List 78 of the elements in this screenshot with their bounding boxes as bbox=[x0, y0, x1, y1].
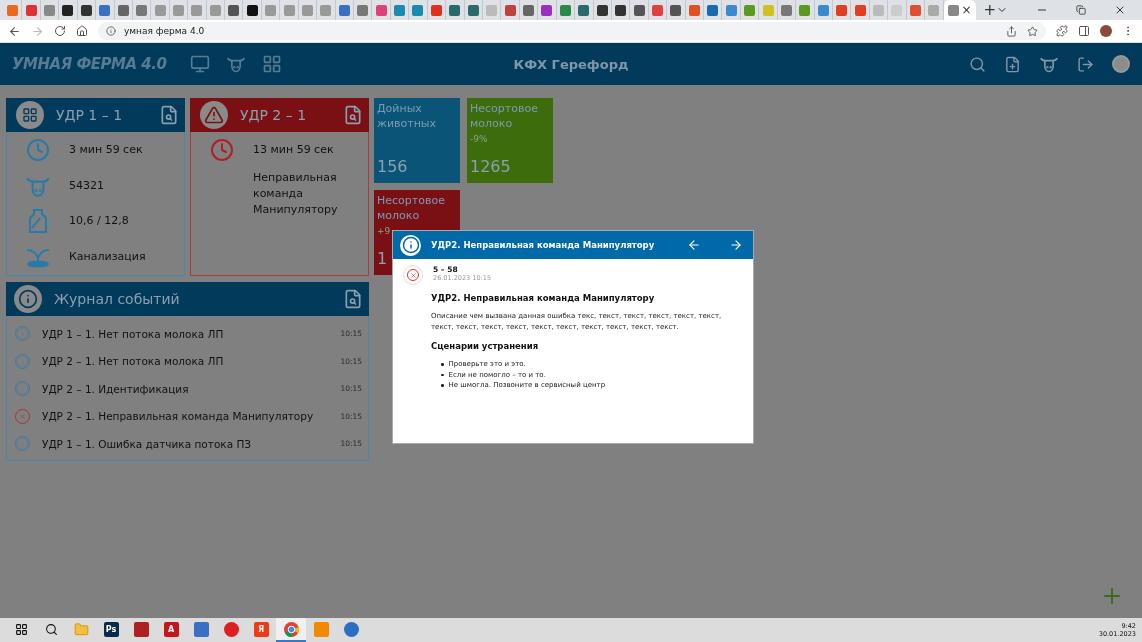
side-panel-icon[interactable] bbox=[1078, 25, 1090, 37]
search-document-icon[interactable] bbox=[343, 105, 363, 125]
unit-value: 54321 bbox=[69, 177, 105, 194]
tab-favicon-icon[interactable] bbox=[615, 4, 627, 16]
windows-start-icon[interactable] bbox=[14, 622, 28, 636]
info-icon[interactable] bbox=[106, 26, 116, 36]
app-icon[interactable]: Ps bbox=[103, 621, 119, 637]
clock-icon bbox=[210, 138, 234, 162]
unit-value: 10,6 / 12,8 bbox=[69, 213, 130, 230]
tab-favicon-icon[interactable] bbox=[596, 4, 608, 16]
tile-delta: +9 bbox=[377, 226, 392, 236]
event-text[interactable]: УДР 2 – 1. Нет потока молока ЛП bbox=[42, 355, 329, 368]
logout-icon[interactable] bbox=[1077, 55, 1094, 73]
browser-tab[interactable]: × bbox=[943, 0, 976, 20]
unit-title: УДР 1 – 1 bbox=[56, 106, 124, 123]
event-text[interactable]: УДР 2 – 1. Неправильная команда Манипулятору bbox=[42, 410, 329, 423]
event-text[interactable]: УДР 1 – 1. Ошибка датчика потока ПЗ bbox=[42, 437, 329, 450]
can-icon bbox=[28, 208, 48, 235]
share-icon[interactable] bbox=[1006, 25, 1017, 37]
tile-label: Несортовое молоко bbox=[470, 101, 539, 131]
tile-label: Дойных животных bbox=[377, 101, 438, 131]
tile-delta: -9% bbox=[470, 134, 489, 144]
info-icon bbox=[400, 234, 421, 256]
farm-title: КФХ Герефорд bbox=[513, 56, 629, 72]
info-icon bbox=[14, 285, 42, 313]
warning-icon bbox=[200, 101, 228, 129]
app-icon[interactable] bbox=[193, 621, 209, 637]
address-field[interactable]: умная ферма 4.0 bbox=[98, 22, 1046, 40]
tile-label: Несортовое молоко bbox=[377, 193, 446, 223]
tab-favicon-icon[interactable] bbox=[62, 4, 74, 16]
unit-value: Неправильная команда Манипулятору bbox=[253, 170, 339, 218]
unit-title: УДР 2 – 1 bbox=[240, 107, 308, 123]
monitor-icon[interactable] bbox=[190, 54, 210, 74]
search-icon[interactable] bbox=[44, 622, 58, 636]
app-icon[interactable]: Я bbox=[253, 621, 269, 637]
back-icon[interactable] bbox=[8, 24, 21, 38]
close-tab-button[interactable]: × bbox=[961, 4, 972, 16]
home-icon[interactable] bbox=[76, 25, 88, 37]
layout-icon[interactable] bbox=[262, 54, 282, 74]
previous-icon[interactable] bbox=[687, 238, 701, 252]
tab-favicon-icon bbox=[947, 4, 959, 16]
forward-icon[interactable] bbox=[31, 24, 44, 38]
bullet-icon bbox=[441, 373, 444, 376]
profile-avatar[interactable] bbox=[1100, 25, 1112, 37]
reload-icon[interactable] bbox=[54, 25, 66, 37]
steps-heading: Сценарии устранения bbox=[431, 341, 540, 351]
app-icon[interactable]: A bbox=[163, 621, 179, 637]
tile-value: 1265 bbox=[470, 157, 512, 176]
journal-title: Журнал событий bbox=[54, 291, 181, 307]
event-text[interactable]: УДР 1 – 1. Нет потока молока ЛП bbox=[42, 327, 329, 340]
search-document-icon[interactable] bbox=[159, 104, 179, 125]
add-file-icon[interactable] bbox=[1004, 55, 1021, 73]
tab-favicon-icon[interactable] bbox=[80, 4, 92, 16]
star-icon[interactable] bbox=[1027, 25, 1038, 37]
unit-value: 3 мин 59 сек bbox=[69, 141, 144, 158]
chrome-icon[interactable] bbox=[283, 621, 299, 637]
new-tab-button[interactable]: + bbox=[983, 2, 997, 18]
unit-value: Канализация bbox=[69, 249, 147, 266]
user-avatar[interactable] bbox=[1112, 55, 1130, 73]
tile-value: 156 bbox=[377, 157, 409, 176]
app-icon[interactable] bbox=[223, 621, 239, 637]
app-logo[interactable]: УМНАЯ ФЕРМА 4.0 bbox=[12, 55, 172, 73]
restore-icon[interactable] bbox=[1076, 5, 1087, 15]
app-icon[interactable] bbox=[343, 621, 359, 637]
event-text[interactable]: УДР 2 – 1. Идентификация bbox=[42, 382, 329, 395]
error-heading: УДР2. Неправильная команда Манипулятору bbox=[431, 293, 656, 303]
app-icon[interactable] bbox=[133, 621, 149, 637]
clock-icon bbox=[26, 137, 50, 162]
extensions-icon[interactable] bbox=[1056, 25, 1068, 37]
dialog-title: УДР2. Неправильная команда Манипулятору bbox=[431, 240, 656, 250]
unit-value: 13 мин 59 сек bbox=[253, 142, 335, 158]
bullet-icon bbox=[441, 363, 444, 366]
next-icon[interactable] bbox=[729, 238, 743, 252]
drain-icon bbox=[25, 246, 51, 269]
tile-value: 1 bbox=[377, 249, 389, 268]
search-document-icon[interactable] bbox=[343, 289, 363, 309]
tab-favicon-icon[interactable] bbox=[246, 4, 258, 16]
bullet-icon bbox=[441, 384, 444, 387]
